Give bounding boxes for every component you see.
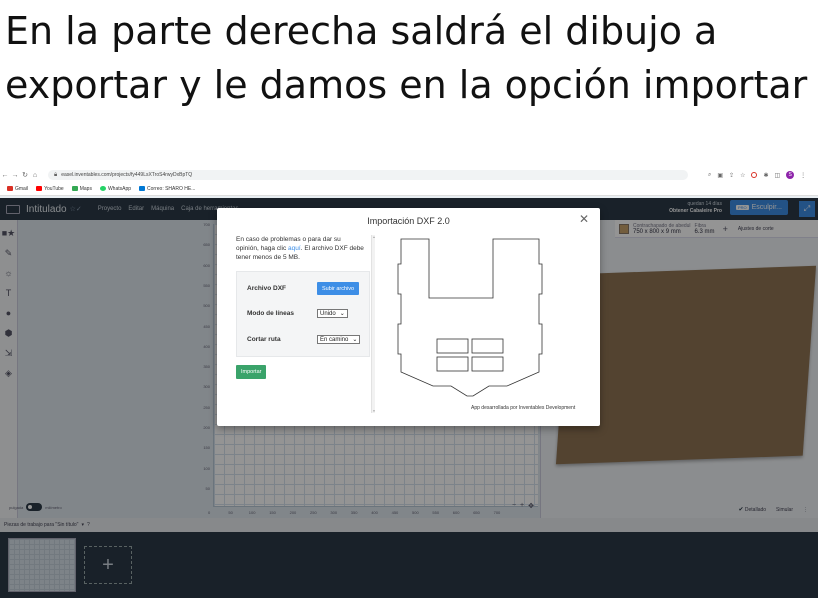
dxf-drawing-preview [397,238,543,397]
cut-path-select[interactable]: En camino ⌄ [317,335,361,344]
reload-icon[interactable]: ↻ [20,171,30,179]
app-credit: App desarrollada por Inventables Develop… [471,405,576,411]
extensions-icon[interactable]: ✱ [763,172,768,179]
chevron-down-icon: ⌄ [352,337,358,343]
file-label: Archivo DXF [247,285,287,292]
outlook-icon [139,186,146,191]
forward-arrow-icon[interactable]: → [10,172,20,179]
whatsapp-icon [99,186,106,191]
slide-caption: En la parte derecha saldrá el dibujo a e… [5,9,808,107]
import-options-form: Archivo DXF Subir archivo Modo de líneas… [236,271,370,357]
back-arrow-icon[interactable]: ← [0,172,10,179]
bookmark-whatsapp[interactable]: WhatsApp [99,186,131,192]
profile-avatar[interactable]: S [786,171,795,179]
youtube-icon [36,186,43,191]
dxf-slot [471,338,504,354]
scroll-down-icon[interactable]: ▼ [372,409,376,413]
chevron-down-icon: ⌄ [339,311,345,317]
bookmark-correo[interactable]: Correo: SHARO HE... [139,186,195,192]
help-text: En caso de problemas o para dar su opini… [236,236,364,261]
dxf-outline [397,238,543,397]
sidebar-icon[interactable]: ◫ [775,172,781,179]
bookmark-gmail[interactable]: Gmail [7,186,28,192]
bookmark-youtube[interactable]: YouTube [36,186,64,192]
scroll-up-icon[interactable]: ▲ [372,235,376,239]
more-menu-icon[interactable]: ⋮ [800,172,806,179]
file-row: Archivo DXF Subir archivo [247,282,360,295]
browser-toolbar: ⌕ ▣ ⇪ ☆ ✱ ◫ S ⋮ [708,171,806,179]
close-icon[interactable]: ✕ [579,213,589,225]
dialog-scrollbar[interactable]: ▲ ▼ [371,235,375,413]
cut-path-row: Cortar ruta En camino ⌄ [247,335,361,344]
screenshot: ← → ↻ ⌂ 🔒︎ easel.inventables.com/project… [0,168,818,598]
bookmark-maps[interactable]: Maps [71,186,92,192]
share-icon[interactable]: ⇪ [729,172,734,179]
url-text: easel.inventables.com/projects/fy449LsXT… [61,172,193,178]
dxf-slot [436,356,469,372]
lock-icon: 🔒︎ [54,171,58,178]
upload-file-button[interactable]: Subir archivo [317,282,360,295]
gmail-icon [7,186,13,191]
cut-path-label: Cortar ruta [247,336,281,343]
line-mode-select[interactable]: Unido ⌄ [317,309,348,318]
browser-address-bar: ← → ↻ ⌂ 🔒︎ easel.inventables.com/project… [0,168,818,182]
url-field[interactable]: 🔒︎ easel.inventables.com/projects/fy449L… [48,170,688,180]
feedback-link[interactable]: aquí [288,245,301,252]
bookmarks-bar: Gmail YouTube Maps WhatsApp Correo: SHAR… [0,182,818,196]
dialog-title: Importación DXF 2.0 [367,216,450,226]
translate-icon[interactable]: ▣ [717,172,723,179]
bookmark-star-icon[interactable]: ☆ [740,172,745,179]
dxf-slot [436,338,469,354]
dxf-slot [471,356,504,372]
dxf-import-dialog: Importación DXF 2.0 ✕ En caso de problem… [217,208,600,426]
import-button[interactable]: Importar [236,365,267,379]
search-icon[interactable]: ⌕ [708,172,711,179]
opera-extension-icon[interactable] [751,172,758,178]
line-mode-row: Modo de líneas Unido ⌄ [247,309,348,318]
home-icon[interactable]: ⌂ [30,172,40,179]
line-mode-label: Modo de líneas [247,310,294,317]
maps-icon [71,186,78,191]
